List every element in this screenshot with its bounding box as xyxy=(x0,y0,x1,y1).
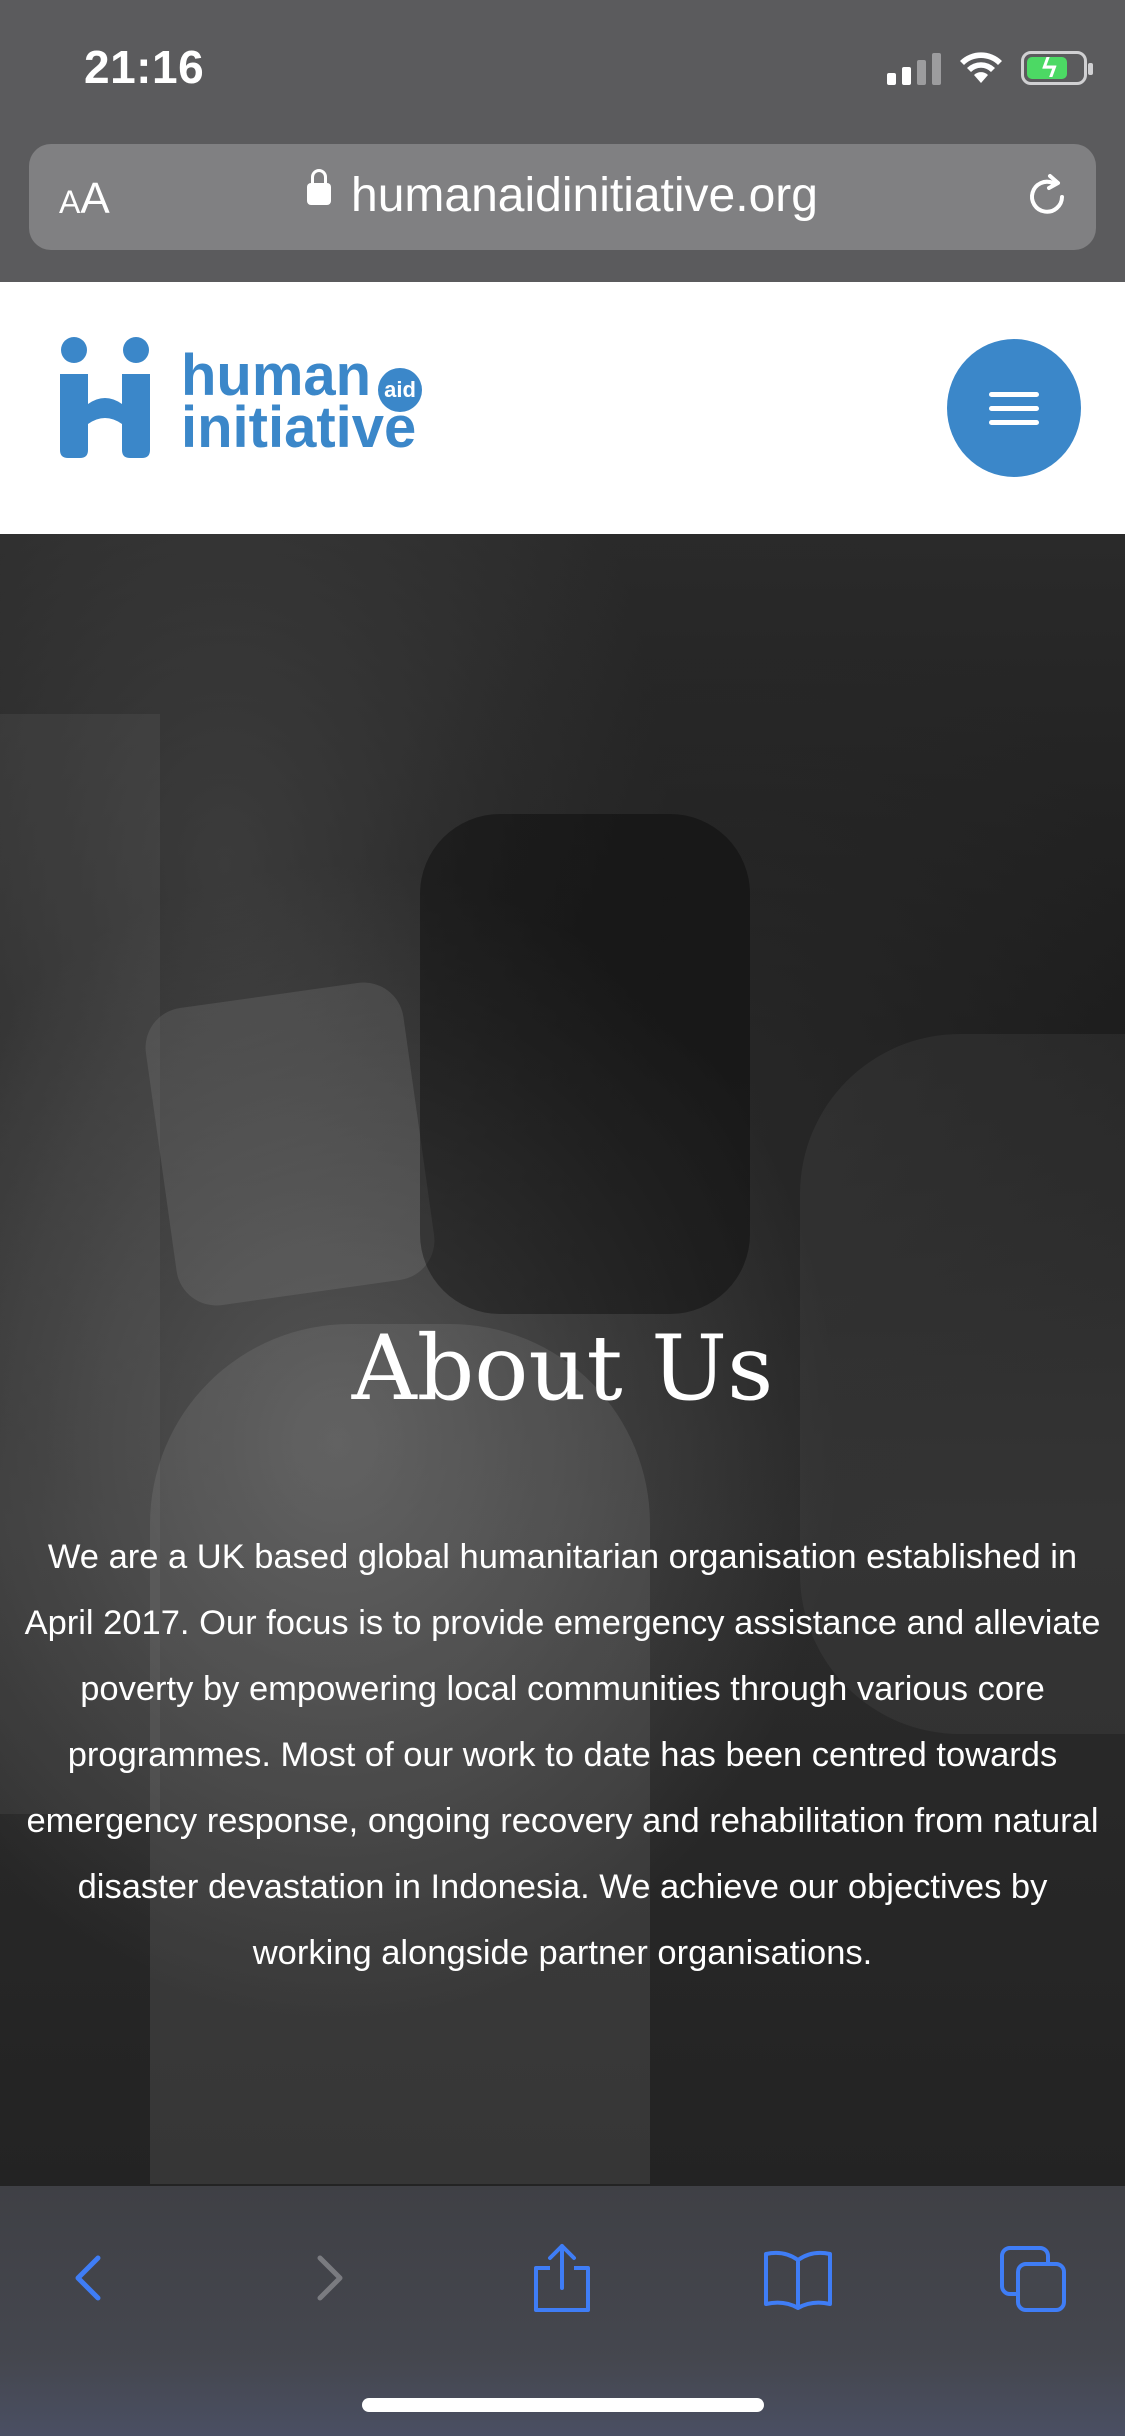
home-indicator[interactable] xyxy=(362,2398,764,2412)
about-description: We are a UK based global humanitarian or… xyxy=(24,1538,1101,1972)
tabs-icon[interactable] xyxy=(994,2238,1074,2318)
forward-icon[interactable] xyxy=(288,2238,368,2318)
browser-address-area: AA humanaidinitiative.org xyxy=(0,140,1125,282)
wifi-icon xyxy=(960,52,1002,83)
status-bar: 21:16 ϟ xyxy=(0,0,1125,140)
site-logo[interactable]: human initiative aid xyxy=(56,332,436,462)
url-field[interactable]: humanaidinitiative.org xyxy=(29,168,1096,223)
cellular-signal-icon xyxy=(887,51,941,85)
share-icon[interactable] xyxy=(522,2238,602,2318)
background-photo-detail xyxy=(140,977,440,1311)
reload-icon[interactable] xyxy=(1020,170,1074,224)
background-photo-detail xyxy=(420,814,750,1314)
menu-button[interactable] xyxy=(947,339,1081,477)
site-header: human initiative aid xyxy=(0,282,1125,534)
page-title: About Us xyxy=(351,1316,774,1421)
hamburger-icon-line xyxy=(989,405,1039,411)
about-hero-section: About Us We are a UK based global humani… xyxy=(0,534,1125,2186)
status-time: 21:16 xyxy=(84,41,205,93)
bookmarks-icon[interactable] xyxy=(758,2238,838,2318)
address-bar[interactable]: AA humanaidinitiative.org xyxy=(29,144,1096,250)
lock-icon xyxy=(307,169,332,206)
url-text: humanaidinitiative.org xyxy=(351,169,818,222)
logo-line-2: initiative xyxy=(181,395,417,460)
hamburger-icon-line xyxy=(989,391,1039,397)
status-icons: ϟ xyxy=(887,46,1093,90)
back-icon[interactable] xyxy=(50,2238,130,2318)
hamburger-icon-line xyxy=(989,419,1039,425)
logo-aid-badge: aid xyxy=(378,368,422,412)
logo-mark-icon xyxy=(60,337,150,458)
battery-charging-icon: ϟ xyxy=(1021,51,1093,85)
